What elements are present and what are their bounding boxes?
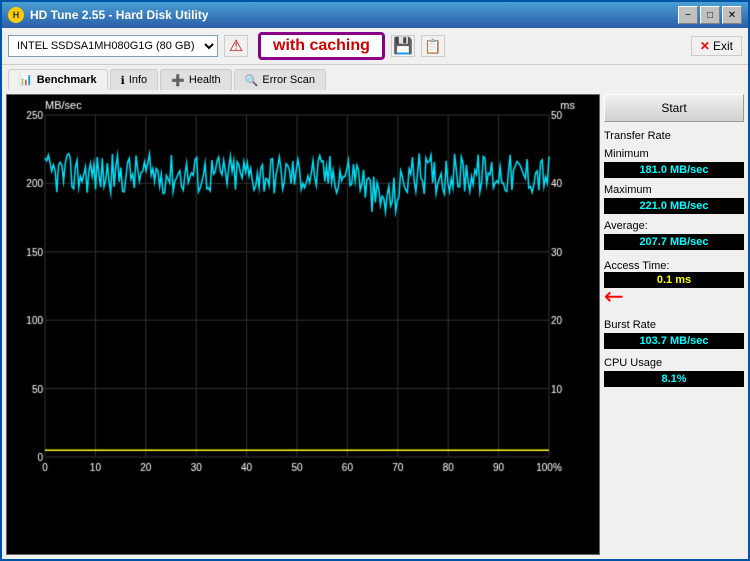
burst-rate-value: 103.7 MB/sec [604, 333, 744, 349]
stats-sidebar: Start Transfer Rate Minimum 181.0 MB/sec… [604, 94, 744, 555]
caching-badge: with caching [258, 32, 385, 60]
warning-icon-btn[interactable]: ⚠ [224, 35, 248, 57]
save-icon-btn[interactable]: 💾 [391, 35, 415, 57]
copy-icon-btn[interactable]: 📋 [421, 35, 445, 57]
burst-rate-label: Burst Rate [604, 319, 744, 331]
access-time-label: Access Time: [604, 260, 744, 272]
benchmark-tab-label: Benchmark [37, 74, 97, 86]
info-tab-icon: ℹ [121, 74, 125, 87]
drive-selector[interactable]: INTEL SSDSA1MH080G1G (80 GB) [8, 35, 218, 57]
app-icon: H [8, 7, 24, 23]
burst-rate-section: Burst Rate 103.7 MB/sec [604, 315, 744, 349]
start-button[interactable]: Start [604, 94, 744, 122]
maximum-label: Maximum [604, 184, 744, 196]
window-title: HD Tune 2.55 - Hard Disk Utility [30, 8, 208, 22]
content-area: Start Transfer Rate Minimum 181.0 MB/sec… [2, 90, 748, 559]
maximize-button[interactable]: □ [700, 6, 720, 24]
health-tab-label: Health [189, 74, 221, 86]
access-time-section: Access Time: 0.1 ms ↙ [604, 256, 744, 311]
minimum-value: 181.0 MB/sec [604, 162, 744, 178]
benchmark-tab-icon: 📊 [19, 73, 33, 86]
close-button[interactable]: ✕ [722, 6, 742, 24]
tabs-bar: 📊 Benchmark ℹ Info ➕ Health 🔍 Error Scan [2, 65, 748, 90]
tab-info[interactable]: ℹ Info [110, 69, 159, 90]
minimize-button[interactable]: − [678, 6, 698, 24]
exit-x-icon: ✕ [700, 39, 710, 53]
error-scan-tab-label: Error Scan [262, 74, 315, 86]
tab-error-scan[interactable]: 🔍 Error Scan [234, 69, 326, 90]
main-window: H HD Tune 2.55 - Hard Disk Utility − □ ✕… [0, 0, 750, 561]
title-bar: H HD Tune 2.55 - Hard Disk Utility − □ ✕ [2, 2, 748, 28]
access-time-value: 0.1 ms [604, 272, 744, 288]
info-tab-label: Info [129, 74, 147, 86]
average-value: 207.7 MB/sec [604, 234, 744, 250]
error-scan-tab-icon: 🔍 [245, 74, 259, 87]
health-tab-icon: ➕ [171, 74, 185, 87]
average-label: Average: [604, 220, 744, 232]
cpu-usage-value: 8.1% [604, 371, 744, 387]
cpu-usage-label: CPU Usage [604, 357, 744, 369]
tab-benchmark[interactable]: 📊 Benchmark [8, 69, 108, 90]
exit-button[interactable]: ✕ Exit [691, 36, 742, 56]
maximum-value: 221.0 MB/sec [604, 198, 744, 214]
exit-label: Exit [713, 39, 733, 53]
benchmark-chart [6, 94, 600, 555]
toolbar: INTEL SSDSA1MH080G1G (80 GB) ⚠ with cach… [2, 28, 748, 65]
transfer-rate-label: Transfer Rate [604, 130, 744, 142]
minimum-label: Minimum [604, 148, 744, 160]
cpu-usage-section: CPU Usage 8.1% [604, 353, 744, 387]
tab-health[interactable]: ➕ Health [160, 69, 232, 90]
transfer-rate-section: Transfer Rate Minimum 181.0 MB/sec Maxim… [604, 126, 744, 250]
title-bar-left: H HD Tune 2.55 - Hard Disk Utility [8, 7, 208, 23]
window-controls: − □ ✕ [678, 6, 742, 24]
